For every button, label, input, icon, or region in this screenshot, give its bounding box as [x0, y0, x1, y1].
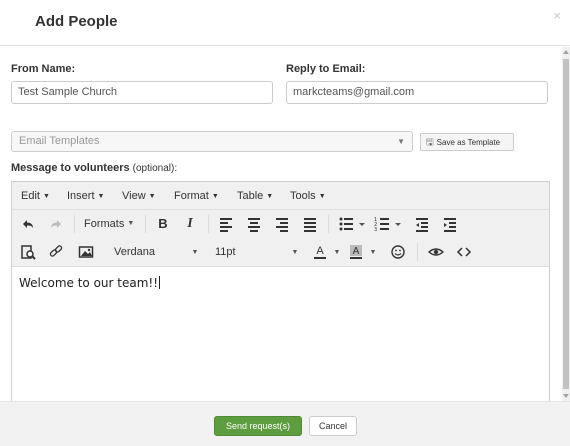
font-family-select[interactable]: Verdana [114, 243, 155, 261]
email-templates-value: Email Templates [19, 135, 100, 147]
menu-edit-label: Edit [21, 190, 40, 202]
cancel-button[interactable]: Cancel [309, 416, 357, 436]
font-family-value: Verdana [114, 246, 155, 258]
svg-text:A: A [316, 245, 324, 257]
font-size-value: 11pt [215, 246, 236, 258]
toolbar-separator [74, 215, 75, 233]
chevron-down-icon: ▼ [397, 137, 405, 146]
save-as-template-button[interactable]: 🖫 Save as Template [420, 133, 514, 151]
indent-icon[interactable] [442, 215, 458, 233]
chevron-down-icon[interactable]: ▼ [190, 243, 200, 261]
modal-header: Add People × [0, 0, 570, 46]
toolbar-separator [417, 243, 418, 261]
from-name-label: From Name: [11, 63, 76, 75]
align-left-icon[interactable] [218, 215, 234, 233]
menu-table[interactable]: Table ▼ [237, 190, 273, 202]
preview-icon[interactable] [427, 243, 445, 261]
align-justify-icon[interactable] [302, 215, 318, 233]
svg-text:3: 3 [374, 227, 377, 233]
font-size-select[interactable]: 11pt [215, 243, 236, 261]
save-as-template-label: Save as Template [436, 138, 501, 147]
editor-content-area[interactable]: Welcome to our team!! [12, 267, 549, 401]
bold-icon[interactable]: B [155, 215, 171, 233]
formats-dropdown[interactable]: Formats ▼ [84, 215, 134, 233]
outdent-icon[interactable] [414, 215, 430, 233]
message-label: Message to volunteers (optional): [11, 162, 177, 174]
emoticon-icon[interactable] [390, 243, 406, 261]
send-requests-button[interactable]: Send request(s) [214, 416, 302, 436]
italic-icon[interactable]: I [182, 215, 198, 233]
chevron-down-icon[interactable]: ▼ [332, 243, 342, 261]
rich-text-editor: Edit ▼ Insert ▼ View ▼ Format ▼ Table ▼ Tools… [11, 181, 550, 401]
chevron-down-icon[interactable]: ▼ [290, 243, 300, 261]
text-color-icon[interactable]: A [312, 243, 328, 261]
dialog-body: From Name: Test Sample Church Reply to E… [0, 47, 562, 401]
source-code-icon[interactable] [456, 243, 472, 261]
find-replace-icon[interactable] [20, 243, 36, 261]
text-cursor [159, 276, 161, 289]
editor-menubar: Edit ▼ Insert ▼ View ▼ Format ▼ Table ▼ Tools… [12, 182, 549, 210]
editor-toolbar-row-2: Verdana ▼ 11pt ▼ A ▼ A ▼ [12, 238, 549, 267]
redo-icon[interactable] [48, 215, 64, 233]
toolbar-separator [328, 215, 329, 233]
image-icon[interactable] [78, 243, 94, 261]
menu-edit[interactable]: Edit ▼ [21, 190, 50, 202]
message-optional-text: (optional): [132, 163, 178, 174]
scroll-up-icon[interactable] [563, 50, 569, 54]
svg-text:A: A [353, 246, 360, 257]
align-center-icon[interactable] [246, 215, 262, 233]
message-label-text: Message to volunteers [11, 162, 130, 174]
menu-tools-label: Tools [290, 190, 316, 202]
editor-content-text: Welcome to our team!! [19, 276, 159, 290]
scrollbar-thumb[interactable] [563, 59, 569, 389]
from-name-input[interactable]: Test Sample Church [11, 81, 273, 104]
menu-format[interactable]: Format ▼ [174, 190, 219, 202]
menu-view-label: View [122, 190, 146, 202]
reply-email-input[interactable]: markcteams@gmail.com [286, 81, 548, 104]
reply-email-label: Reply to Email: [286, 63, 366, 75]
bullet-list-icon[interactable] [338, 215, 368, 233]
undo-icon[interactable] [20, 215, 36, 233]
menu-table-label: Table [237, 190, 264, 202]
background-color-icon[interactable]: A [348, 243, 364, 261]
scroll-down-icon[interactable] [563, 394, 569, 398]
numbered-list-icon[interactable]: 123 [374, 215, 404, 233]
menu-insert[interactable]: Insert ▼ [67, 190, 104, 202]
toolbar-separator [208, 215, 209, 233]
toolbar-separator [145, 215, 146, 233]
link-icon[interactable] [48, 243, 64, 261]
email-templates-select[interactable]: Email Templates ▼ [11, 131, 413, 152]
dialog-scrollbar[interactable] [562, 47, 570, 401]
formats-label: Formats [84, 218, 125, 230]
save-icon: 🖫 [426, 137, 434, 147]
menu-format-label: Format [174, 190, 209, 202]
align-right-icon[interactable] [274, 215, 290, 233]
menu-view[interactable]: View ▼ [122, 190, 156, 202]
dialog-title: Add People [35, 13, 118, 30]
dialog-footer: Send request(s) Cancel [0, 401, 570, 446]
menu-insert-label: Insert [67, 190, 95, 202]
chevron-down-icon[interactable]: ▼ [368, 243, 378, 261]
menu-tools[interactable]: Tools ▼ [290, 190, 326, 202]
editor-toolbar-row-1: Formats ▼ B I 123 [12, 210, 549, 238]
close-icon[interactable]: × [553, 8, 561, 23]
